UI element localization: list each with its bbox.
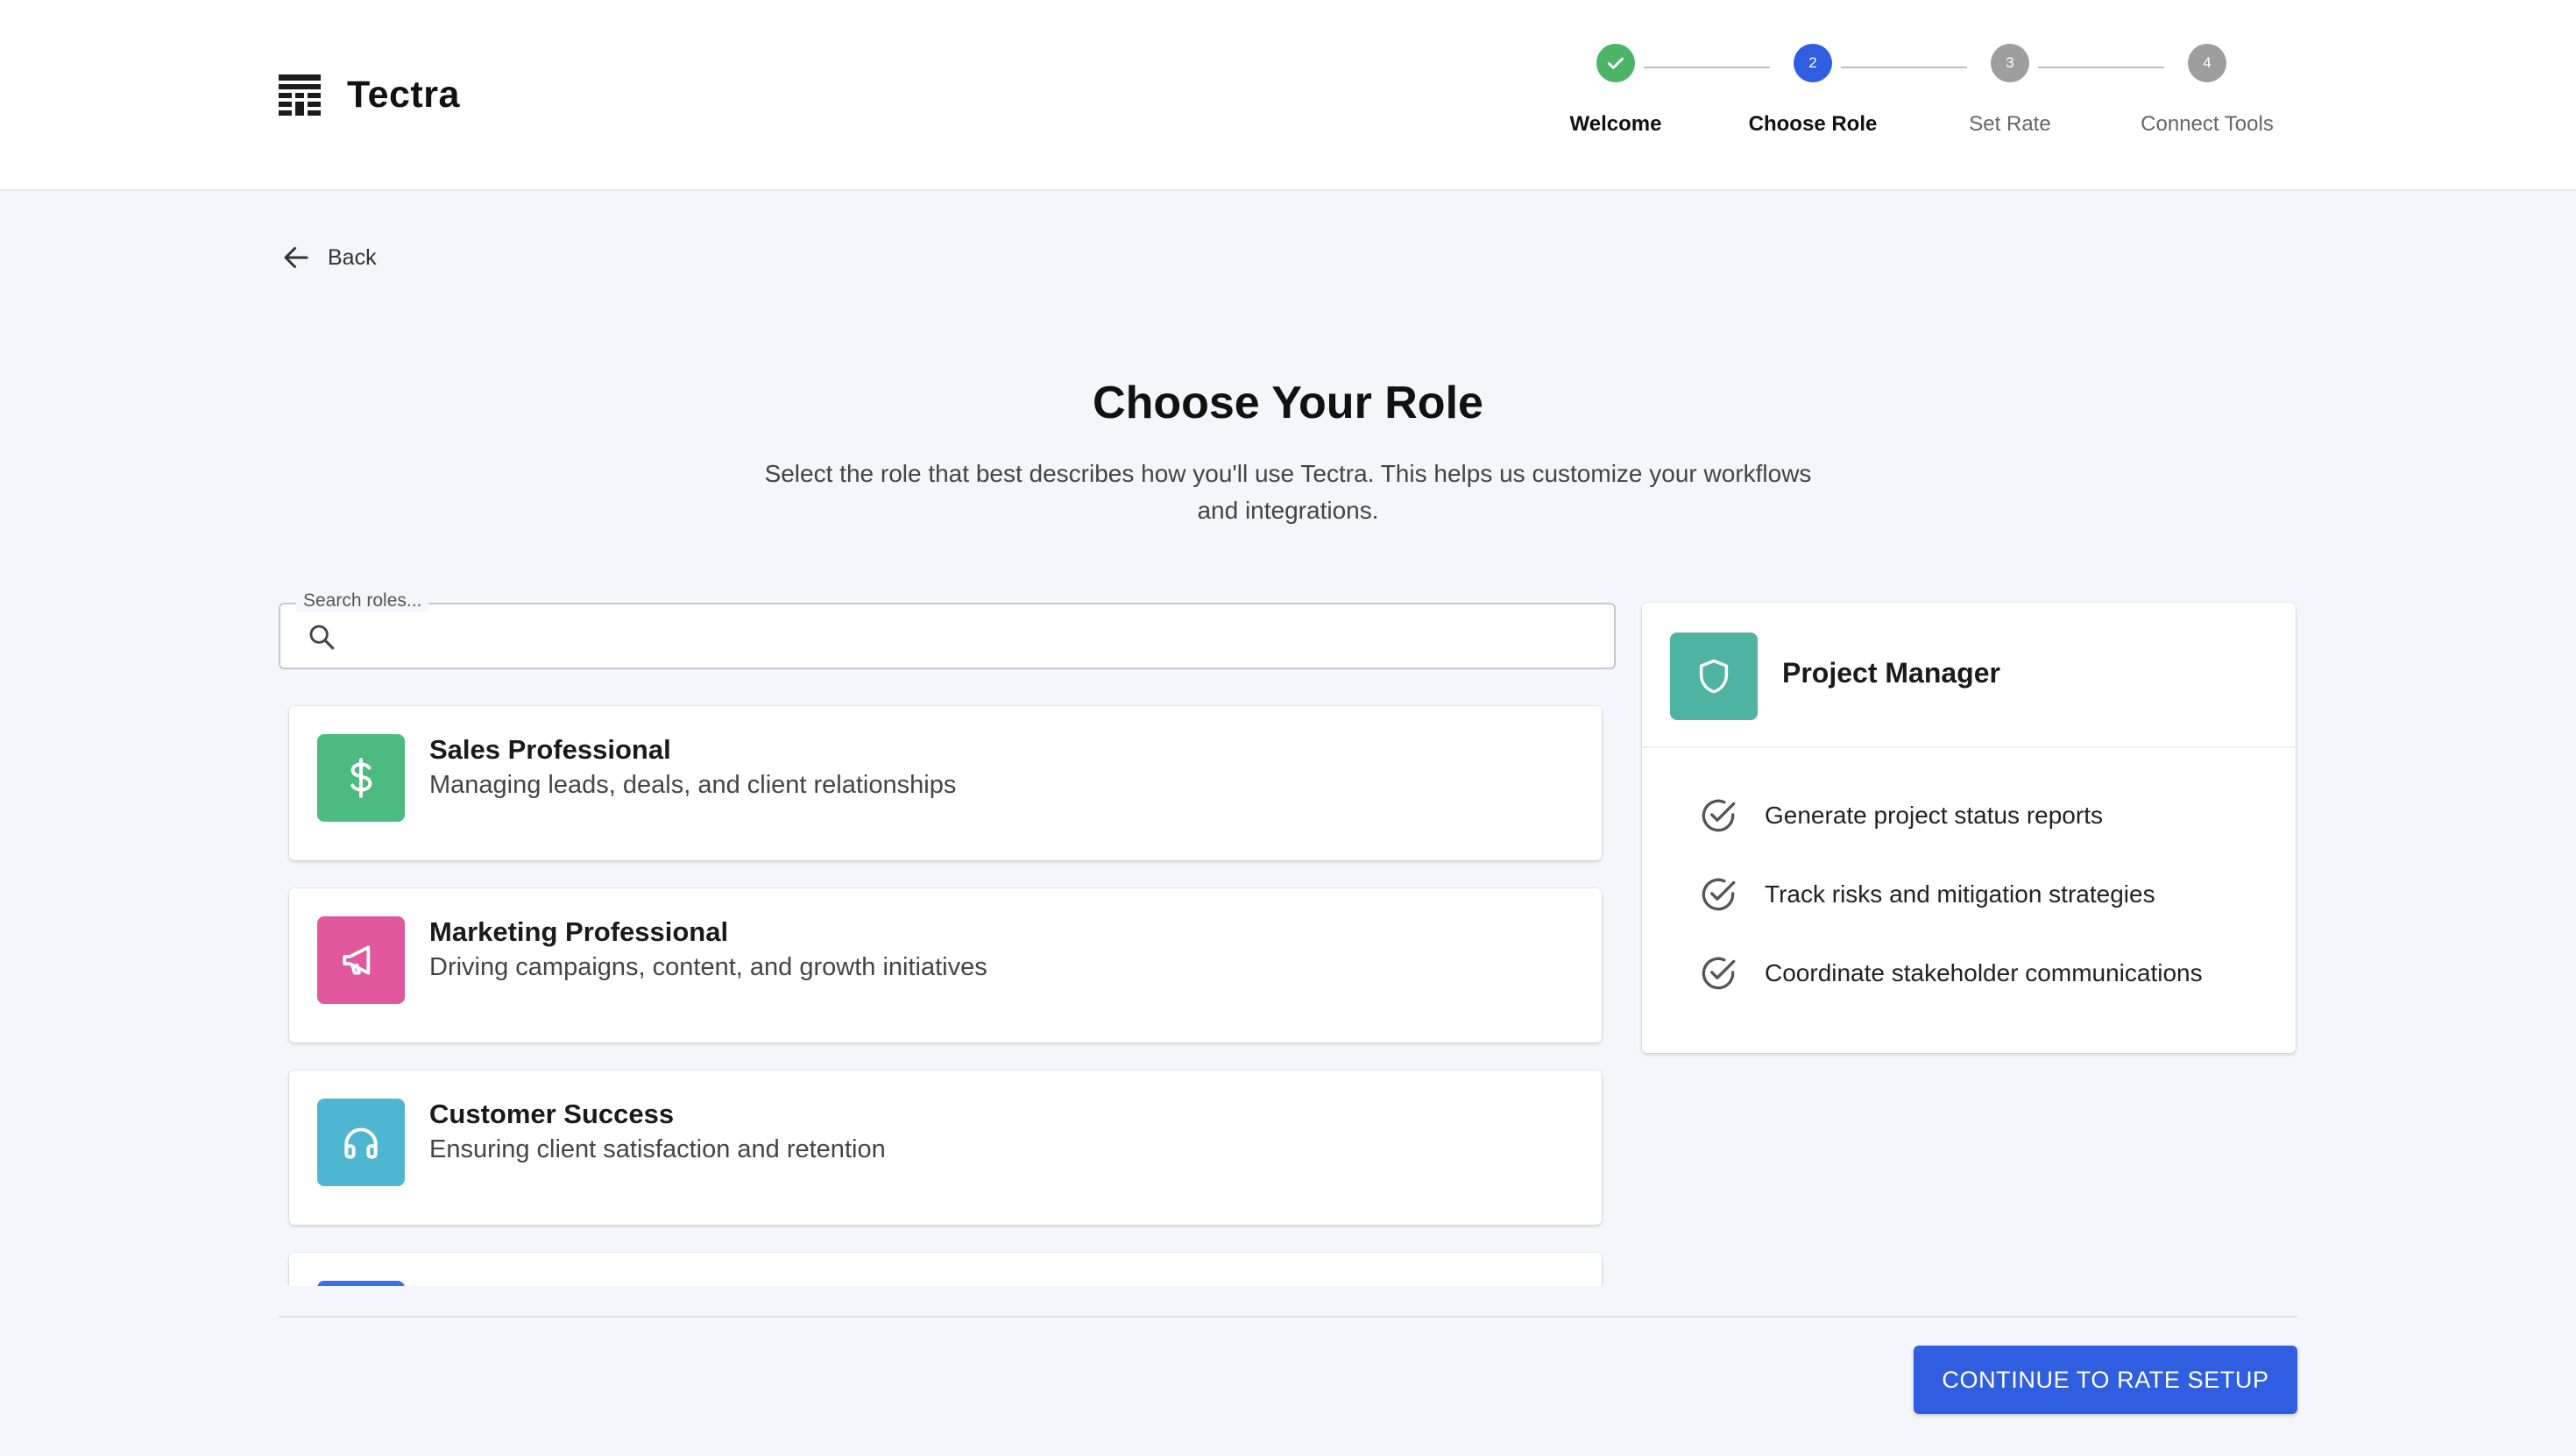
search-label: Search roles... [296, 590, 429, 611]
role-card-marketing-professional[interactable]: Marketing Professional Driving campaigns… [289, 888, 1602, 1043]
feature-item: Coordinate stakeholder communications [1696, 951, 2203, 995]
feature-label: Generate project status reports [1765, 802, 2103, 829]
search-input[interactable] [354, 613, 1584, 659]
step-label: Connect Tools [2141, 112, 2274, 136]
page-subtitle: Select the role that best describes how … [764, 460, 1812, 524]
role-list[interactable]: Sales Professional Managing leads, deals… [280, 696, 1612, 1286]
role-name: Customer Success [429, 1099, 675, 1129]
step-welcome: Welcome [1519, 44, 1712, 137]
continue-button[interactable]: CONTINUE TO RATE SETUP [1914, 1346, 2297, 1414]
search-icon [309, 625, 335, 650]
headset-icon [317, 1099, 405, 1186]
step-set-rate: 3 Set Rate [1914, 44, 2106, 137]
role-card-partial[interactable] [289, 1253, 1602, 1286]
check-icon [1596, 44, 1635, 82]
step-label: Choose Role [1748, 112, 1878, 136]
role-card-sales-professional[interactable]: Sales Professional Managing leads, deals… [289, 706, 1602, 860]
footer-divider [279, 1316, 2297, 1318]
role-card-customer-success[interactable]: Customer Success Ensuring client satisfa… [289, 1071, 1602, 1225]
logo[interactable]: Tectra [277, 72, 460, 117]
step-number: 3 [1991, 44, 2029, 82]
check-circle-icon [1702, 799, 1736, 832]
progress-stepper: Welcome 2 Choose Role 3 Set Rate 4 Conne… [1542, 44, 2296, 149]
page-title: Choose Your Role [1093, 378, 1483, 428]
back-button[interactable]: Back [280, 242, 377, 273]
role-detail-panel: Project Manager Generate project status … [1642, 603, 2296, 1053]
logo-icon [279, 74, 321, 116]
role-detail-title: Project Manager [1782, 657, 2000, 689]
role-description: Driving campaigns, content, and growth i… [429, 953, 987, 981]
feature-label: Coordinate stakeholder communications [1765, 959, 2203, 986]
feature-label: Track risks and mitigation strategies [1765, 880, 2155, 908]
search-field[interactable]: Search roles... [279, 590, 1616, 669]
feature-item: Track risks and mitigation strategies [1696, 873, 2155, 916]
check-circle-icon [1702, 957, 1736, 990]
shield-icon [1670, 633, 1758, 720]
role-name: Sales Professional [429, 734, 671, 765]
step-number: 4 [2188, 44, 2226, 82]
role-description: Ensuring client satisfaction and retenti… [429, 1135, 886, 1163]
check-circle-icon [1702, 878, 1736, 911]
step-choose-role: 2 Choose Role [1716, 44, 1909, 137]
role-detail-header: Project Manager [1642, 603, 2296, 748]
role-icon [317, 1281, 405, 1286]
step-label: Welcome [1569, 112, 1662, 136]
step-connect-tools: 4 Connect Tools [2111, 44, 2304, 137]
back-label: Back [328, 244, 377, 270]
header: Tectra Welcome 2 Choose Role 3 Set Rate … [0, 0, 2576, 191]
dollar-icon [317, 734, 405, 822]
role-name: Marketing Professional [429, 916, 729, 947]
feature-item: Generate project status reports [1696, 794, 2103, 838]
step-number: 2 [1794, 44, 1832, 82]
role-description: Managing leads, deals, and client relati… [429, 771, 957, 799]
megaphone-icon [317, 916, 405, 1004]
step-label: Set Rate [1969, 112, 2051, 136]
arrow-left-icon [284, 247, 308, 268]
app-name: Tectra [347, 73, 460, 116]
